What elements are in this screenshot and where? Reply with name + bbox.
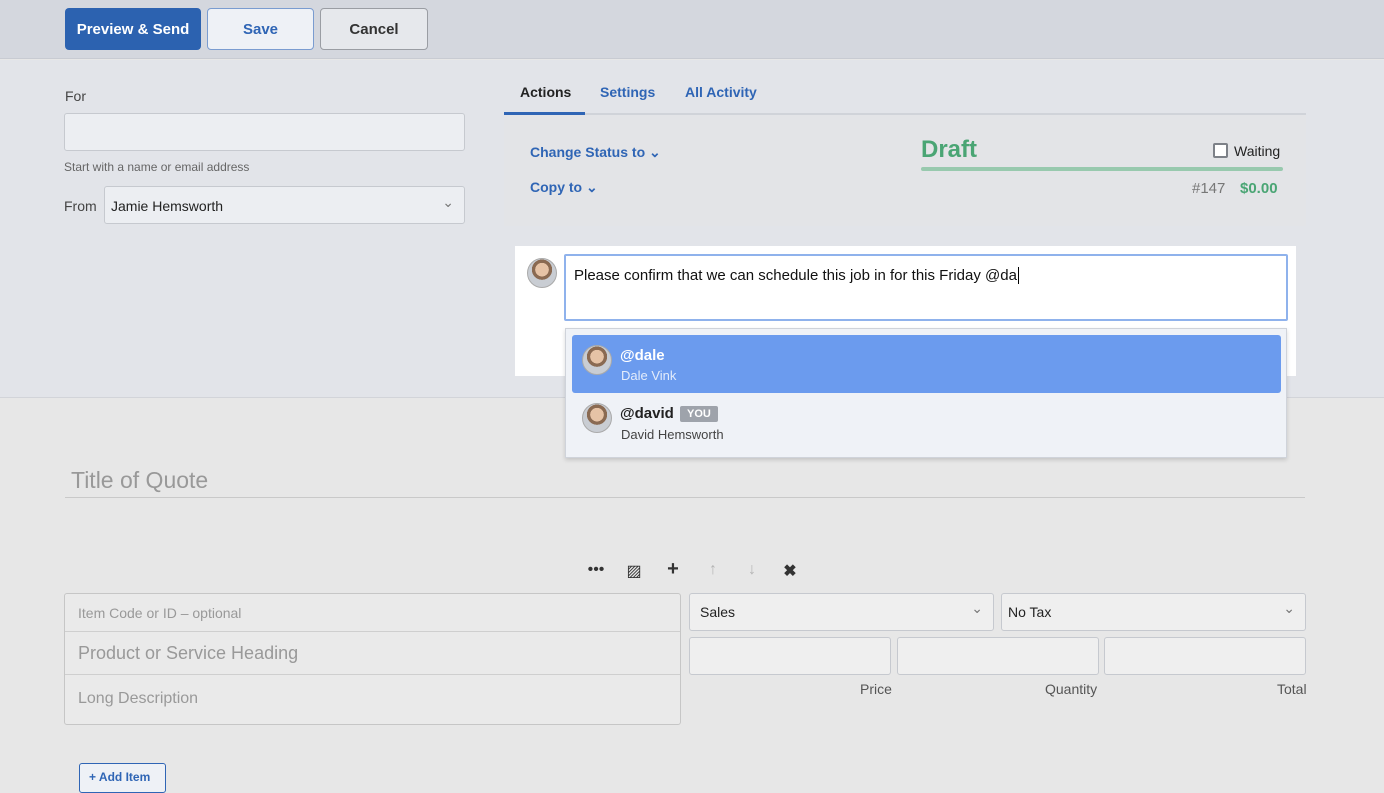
item-description-input[interactable]: Long Description bbox=[65, 675, 680, 723]
for-hint: Start with a name or email address bbox=[64, 160, 249, 174]
for-input[interactable] bbox=[64, 113, 465, 151]
plus-icon: + bbox=[89, 770, 96, 784]
chevron-down-icon: ⌄ bbox=[442, 194, 454, 211]
comment-text: Please confirm that we can schedule this… bbox=[574, 267, 1017, 284]
tax-select[interactable]: No Tax ⌄ bbox=[1001, 593, 1306, 631]
mention-option-dale[interactable]: @dale Dale Vink bbox=[572, 335, 1281, 393]
item-heading-input[interactable]: Product or Service Heading bbox=[65, 632, 680, 675]
save-button[interactable]: Save bbox=[207, 8, 314, 50]
chevron-down-icon: ⌄ bbox=[971, 600, 983, 617]
preview-send-button[interactable]: Preview & Send bbox=[65, 8, 201, 50]
mention-name: Dale Vink bbox=[621, 368, 676, 383]
quote-number: #147 bbox=[1192, 180, 1225, 197]
tab-settings[interactable]: Settings bbox=[600, 84, 655, 100]
comment-input[interactable]: Please confirm that we can schedule this… bbox=[564, 254, 1288, 321]
tab-actions[interactable]: Actions bbox=[520, 84, 571, 100]
price-input[interactable] bbox=[689, 637, 891, 675]
status-label: Draft bbox=[921, 136, 977, 164]
avatar bbox=[527, 258, 557, 288]
you-badge: YOU bbox=[680, 406, 718, 422]
tab-all-activity[interactable]: All Activity bbox=[685, 84, 757, 100]
avatar bbox=[582, 403, 612, 433]
add-item-button[interactable]: + Add Item bbox=[79, 763, 166, 793]
add-item-label: Add Item bbox=[99, 770, 150, 784]
mention-dropdown: @dale Dale Vink @david YOU David Hemswor… bbox=[565, 328, 1287, 458]
copy-to-dropdown[interactable]: Copy to ⌄ bbox=[530, 179, 598, 196]
cancel-button[interactable]: Cancel bbox=[320, 8, 428, 50]
more-icon[interactable]: ••• bbox=[586, 561, 606, 579]
account-value: Sales bbox=[700, 604, 735, 620]
arrow-up-icon[interactable]: ↑ bbox=[703, 561, 723, 579]
price-label: Price bbox=[860, 681, 892, 697]
copy-to-label: Copy to bbox=[530, 179, 582, 195]
item-fields: Item Code or ID – optional Product or Se… bbox=[64, 593, 681, 725]
chevron-down-icon: ⌄ bbox=[586, 179, 598, 195]
quantity-label: Quantity bbox=[1045, 681, 1097, 697]
item-code-input[interactable]: Item Code or ID – optional bbox=[65, 594, 680, 632]
waiting-label: Waiting bbox=[1234, 143, 1280, 159]
chevron-down-icon: ⌄ bbox=[1283, 600, 1295, 617]
mention-handle: @david bbox=[620, 405, 674, 422]
for-label: For bbox=[65, 88, 86, 104]
top-toolbar: Preview & Send Save Cancel bbox=[0, 0, 1384, 59]
account-select[interactable]: Sales ⌄ bbox=[689, 593, 994, 631]
quote-amount: $0.00 bbox=[1240, 180, 1278, 197]
quantity-input[interactable] bbox=[897, 637, 1099, 675]
tax-value: No Tax bbox=[1008, 604, 1051, 620]
plus-icon[interactable]: + bbox=[663, 558, 683, 581]
waiting-checkbox[interactable] bbox=[1213, 143, 1228, 158]
mention-name: David Hemsworth bbox=[621, 427, 724, 442]
from-select[interactable]: Jamie Hemsworth ⌄ bbox=[104, 186, 465, 224]
mention-option-david[interactable]: @david YOU David Hemsworth bbox=[572, 395, 1281, 453]
change-status-label: Change Status to bbox=[530, 144, 645, 160]
title-underline bbox=[65, 497, 1305, 498]
change-status-dropdown[interactable]: Change Status to ⌄ bbox=[530, 144, 661, 161]
quote-title-input[interactable]: Title of Quote bbox=[71, 467, 208, 494]
close-icon[interactable]: ✖ bbox=[780, 561, 800, 581]
from-value: Jamie Hemsworth bbox=[111, 198, 223, 214]
from-label: From bbox=[64, 198, 97, 214]
image-icon[interactable]: ▨ bbox=[624, 561, 644, 581]
total-label: Total bbox=[1277, 681, 1307, 697]
mention-handle: @dale bbox=[620, 347, 665, 364]
avatar bbox=[582, 345, 612, 375]
arrow-down-icon[interactable]: ↓ bbox=[742, 561, 762, 579]
chevron-down-icon: ⌄ bbox=[649, 144, 661, 160]
total-input[interactable] bbox=[1104, 637, 1306, 675]
status-progress-bar bbox=[921, 167, 1283, 171]
